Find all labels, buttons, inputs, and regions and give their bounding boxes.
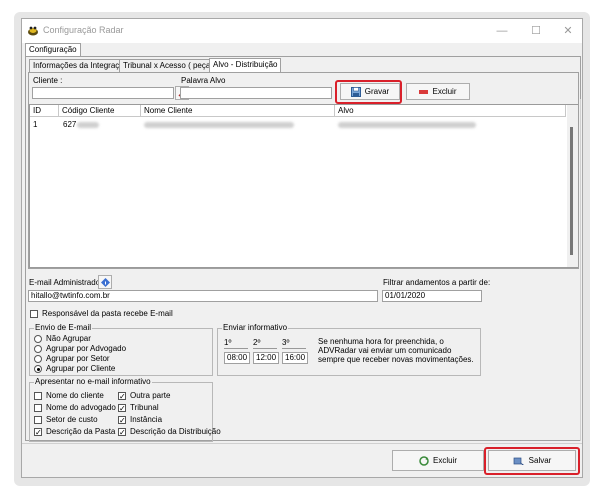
row-codigo: 627 — [63, 120, 100, 130]
cb-instancia[interactable]: ✓ — [118, 416, 126, 425]
responsavel-label: Responsável da pasta recebe E-mail — [42, 309, 173, 318]
radio-nao-agrupar-label: Não Agrupar — [46, 334, 91, 343]
apresentar-group: Apresentar no e-mail informativo Nome do… — [29, 377, 221, 442]
excluir-alvo-label: Excluir — [432, 87, 457, 96]
envio-email-title: Envio de E-mail — [34, 323, 93, 333]
gravar-highlight — [335, 80, 402, 104]
redacted-text — [338, 121, 476, 128]
cliente-label: Cliente : — [33, 76, 63, 85]
filtrar-label: Filtrar andamentos a partir de: — [383, 278, 491, 287]
email-admin-label: E-mail Administrador — [29, 278, 103, 287]
row-nome-cliente — [144, 120, 294, 130]
alvo-grid[interactable]: ID Código Cliente Nome Cliente Alvo 1 62… — [29, 104, 578, 268]
filtrar-date-input[interactable]: 01/01/2020 — [382, 290, 482, 302]
cb-descricao-pasta-label: Descrição da Pasta — [46, 427, 116, 436]
palavra-alvo-input[interactable] — [180, 87, 332, 99]
grid-header-alvo[interactable]: Alvo — [335, 105, 566, 117]
row-id: 1 — [33, 120, 38, 129]
minimize-button[interactable]: — — [486, 22, 518, 40]
title-bar: Configuração Radar — ☐ ✕ — [22, 19, 582, 43]
tab-alvo-distribuicao[interactable]: Alvo - Distribuição — [209, 58, 282, 72]
grid-header-id[interactable]: ID — [30, 105, 59, 117]
responsavel-checkbox[interactable] — [30, 310, 38, 318]
enviar-informativo-title: Enviar informativo — [222, 323, 289, 333]
cb-nome-cliente[interactable] — [34, 392, 42, 400]
email-info-button[interactable] — [98, 275, 112, 289]
cb-nome-cliente-label: Nome do cliente — [46, 391, 104, 400]
cb-nome-advogado[interactable] — [34, 404, 42, 412]
cb-descricao-distribuicao-label: Descrição da Distribuição — [130, 427, 221, 436]
salvar-highlight — [484, 447, 580, 475]
cb-tribunal-label: Tribunal — [130, 403, 159, 412]
maximize-button[interactable]: ☐ — [520, 22, 552, 40]
row-alvo — [338, 120, 476, 130]
config-window: Configuração Radar — ☐ ✕ Configuração In… — [21, 18, 583, 478]
radio-agrupar-setor-label: Agrupar por Setor — [46, 354, 110, 363]
hora-3-underline — [282, 348, 306, 349]
redacted-text — [77, 121, 100, 128]
cb-outra-parte[interactable]: ✓ — [118, 392, 126, 401]
apresentar-title: Apresentar no e-mail informativo — [34, 377, 152, 387]
hora-2-label: 2º — [253, 338, 261, 347]
radar-app-icon — [28, 26, 38, 36]
cb-setor-custo[interactable] — [34, 416, 42, 424]
hora-1-input[interactable]: 08:00 — [224, 352, 250, 364]
radio-agrupar-advogado-label: Agrupar por Advogado — [46, 344, 127, 353]
grid-scrollbar-thumb[interactable] — [570, 127, 573, 255]
redacted-text — [144, 121, 294, 128]
close-button[interactable]: ✕ — [552, 22, 584, 40]
envio-email-group: Envio de E-mail Não Agrupar Agrupar por … — [29, 323, 213, 376]
radio-agrupar-cliente-label: Agrupar por Cliente — [46, 364, 116, 373]
cb-tribunal[interactable]: ✓ — [118, 404, 126, 413]
excluir-alvo-button[interactable]: Excluir — [406, 83, 470, 100]
window-title: Configuração Radar — [43, 25, 124, 35]
radio-agrupar-setor[interactable] — [34, 355, 42, 363]
cb-descricao-pasta[interactable]: ✓ — [34, 428, 42, 437]
hora-3-label: 3º — [282, 338, 290, 347]
footer-excluir-button[interactable]: Excluir — [392, 450, 484, 471]
cb-descricao-distribuicao[interactable]: ✓ — [118, 428, 126, 437]
radio-nao-agrupar[interactable] — [34, 335, 42, 343]
hora-2-input[interactable]: 12:00 — [253, 352, 279, 364]
hora-1-label: 1º — [224, 338, 232, 347]
radio-agrupar-cliente[interactable] — [34, 365, 42, 373]
cb-outra-parte-label: Outra parte — [130, 391, 171, 400]
radio-agrupar-advogado[interactable] — [34, 345, 42, 353]
cliente-input[interactable] — [32, 87, 174, 99]
hora-1-underline — [224, 348, 248, 349]
cb-setor-custo-label: Setor de custo — [46, 415, 98, 424]
window-right-scroll — [580, 99, 581, 441]
grid-header-codigo[interactable]: Código Cliente — [59, 105, 141, 117]
footer-divider — [22, 443, 582, 444]
palavra-alvo-label: Palavra Alvo — [181, 76, 226, 85]
hora-3-input[interactable]: 16:00 — [282, 352, 308, 364]
excluir-refresh-icon — [419, 455, 429, 466]
grid-scrollbar[interactable] — [567, 105, 578, 267]
informativo-note: Se nenhuma hora for preenchida, o ADVRad… — [318, 337, 474, 364]
minus-icon — [419, 89, 429, 94]
cb-nome-advogado-label: Nome do advogado — [46, 403, 116, 412]
grid-header-nome-cliente[interactable]: Nome Cliente — [141, 105, 335, 117]
tab-tribunal-acesso[interactable]: Tribunal x Acesso ( peças ) — [119, 59, 224, 72]
tab-configuracao[interactable]: Configuração — [25, 43, 81, 56]
email-admin-input[interactable]: hitallo@twtinfo.com.br — [28, 290, 378, 302]
tab-informacoes-integracao[interactable]: Informações da Integração — [29, 59, 133, 72]
cb-instancia-label: Instância — [130, 415, 163, 424]
info-diamond-icon — [100, 277, 110, 287]
hora-2-underline — [253, 348, 277, 349]
enviar-informativo-group: Enviar informativo 1º 2º 3º 08:00 12:00 … — [217, 323, 481, 376]
footer-excluir-label: Excluir — [432, 456, 457, 465]
